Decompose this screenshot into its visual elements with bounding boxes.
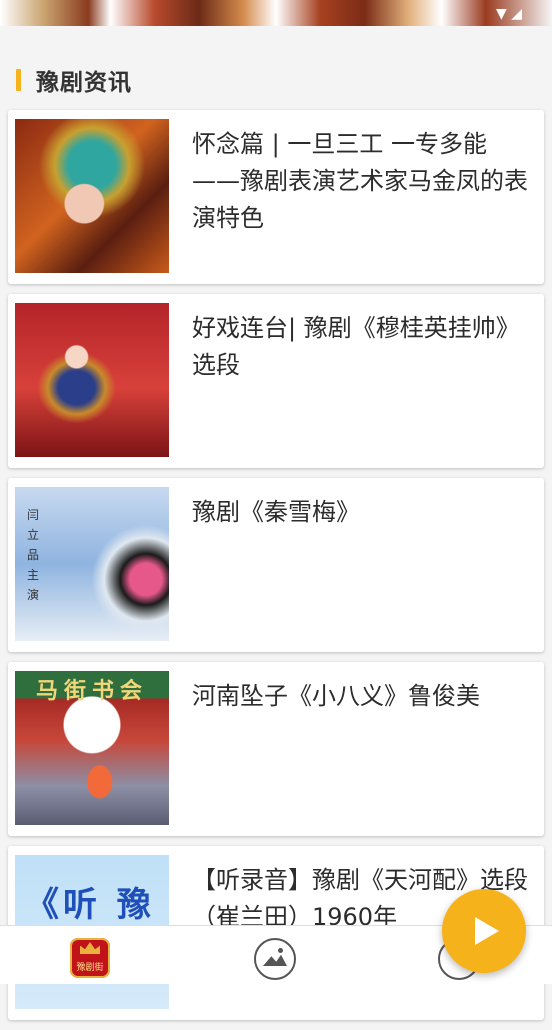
nav-home[interactable]: 豫剧街	[70, 938, 114, 982]
thumbnail-caption: 《听 豫	[25, 885, 155, 925]
article-thumbnail: 闫立品主演	[15, 487, 169, 641]
sun-shape	[278, 948, 283, 953]
section-title: 豫剧资讯	[36, 70, 132, 96]
article-list: 怀念篇 | 一旦三工 一专多能——豫剧表演艺术家马金凤的表演特色 好戏连台| 豫…	[8, 110, 544, 1030]
crown-icon	[80, 942, 100, 954]
section-accent-bar	[16, 69, 21, 91]
top-banner-image[interactable]: ▼ ◢	[0, 0, 552, 26]
article-card[interactable]: 怀念篇 | 一旦三工 一专多能——豫剧表演艺术家马金凤的表演特色	[8, 110, 544, 284]
home-logo-label: 豫剧街	[76, 963, 104, 973]
play-icon	[475, 917, 499, 945]
article-card[interactable]: 马街书会 河南坠子《小八义》鲁俊美	[8, 662, 544, 836]
article-thumbnail	[15, 119, 169, 273]
gallery-icon	[254, 938, 296, 980]
article-thumbnail	[15, 303, 169, 457]
mountain-shape	[263, 954, 287, 966]
article-title: 好戏连台| 豫剧《穆桂英挂帅》选段	[192, 314, 520, 379]
article-card[interactable]: 好戏连台| 豫剧《穆桂英挂帅》选段	[8, 294, 544, 468]
article-thumbnail: 马街书会	[15, 671, 169, 825]
article-card[interactable]: 闫立品主演 豫剧《秦雪梅》	[8, 478, 544, 652]
thumbnail-caption: 马街书会	[35, 679, 148, 704]
play-button[interactable]	[442, 889, 526, 973]
thumbnail-caption: 闫立品主演	[27, 508, 40, 602]
home-logo-icon: 豫剧街	[70, 938, 110, 978]
nav-gallery[interactable]	[254, 938, 298, 982]
article-title: 豫剧《秦雪梅》	[192, 498, 360, 526]
section-header: 豫剧资讯	[0, 58, 552, 102]
banner-indicator-icon: ▼ ◢	[496, 6, 522, 22]
article-title: 河南坠子《小八义》鲁俊美	[192, 682, 480, 710]
article-title: 怀念篇 | 一旦三工 一专多能——豫剧表演艺术家马金凤的表演特色	[192, 130, 528, 232]
